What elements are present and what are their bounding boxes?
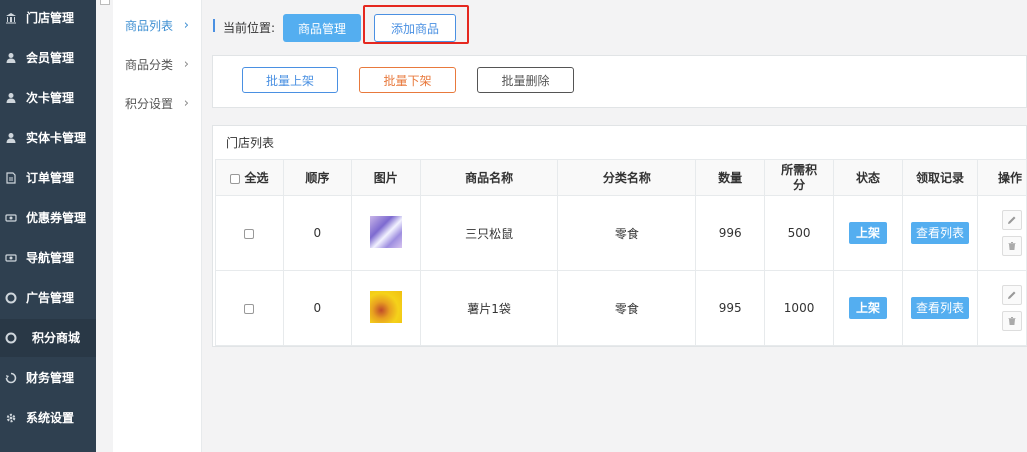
status-cell: 上架 <box>833 195 903 271</box>
column-header: 顺序 <box>282 159 352 196</box>
document-icon <box>5 172 17 184</box>
subnav-item-label: 商品列表 <box>125 18 174 33</box>
row-checkbox-cell[interactable] <box>215 195 284 271</box>
select-all-label: 全选 <box>244 171 269 185</box>
sub-sidebar: 商品列表 › 商品分类 › 积分设置 › <box>113 0 202 452</box>
edit-icon[interactable] <box>1001 285 1022 305</box>
sidebar-item-label: 会员管理 <box>26 51 75 65</box>
name-cell: 三只松鼠 <box>419 195 559 271</box>
column-header: 所需积分 <box>764 159 835 196</box>
sidebar-item-store[interactable]: 门店管理 <box>0 8 96 46</box>
operations-cell <box>976 270 1027 346</box>
sidebar-item-label: 订单管理 <box>26 171 75 185</box>
quantity-cell: 995 <box>695 270 766 346</box>
chevron-right-icon: › <box>183 17 189 33</box>
status-badge[interactable]: 上架 <box>849 222 888 244</box>
batch-list-button[interactable]: 批量上架 <box>242 67 338 93</box>
add-product-button[interactable]: 添加商品 <box>374 14 456 42</box>
current-location-button[interactable]: 商品管理 <box>283 14 361 42</box>
product-thumbnail <box>369 290 402 323</box>
column-header: 领取记录 <box>901 159 978 196</box>
row-checkbox-cell[interactable] <box>215 270 284 346</box>
bank-icon <box>5 12 17 24</box>
points-cell: 1000 <box>764 270 835 346</box>
sidebar-item-coupon[interactable]: 优惠券管理 <box>0 208 96 246</box>
image-cell <box>350 270 421 346</box>
table-row: 0 薯片1袋 零食 995 1000 上架 查看列表 <box>215 270 1027 346</box>
breadcrumb-marker <box>213 19 215 32</box>
batch-delete-button[interactable]: 批量删除 <box>477 67 574 93</box>
column-header: 数量 <box>695 159 766 196</box>
subnav-item-points-settings[interactable]: 积分设置 › <box>113 84 201 122</box>
subnav-item-product-list[interactable]: 商品列表 › <box>113 6 201 44</box>
select-all-header[interactable]: 全选 <box>215 159 284 196</box>
records-cell: 查看列表 <box>901 195 978 271</box>
chevron-right-icon: › <box>183 56 189 72</box>
sidebar-item-label: 广告管理 <box>26 291 75 305</box>
sidebar-item-label: 导航管理 <box>26 251 75 265</box>
recycle-icon <box>5 372 17 384</box>
sidebar-item-navigation[interactable]: 导航管理 <box>0 248 96 286</box>
sidebar-item-label: 次卡管理 <box>26 91 75 105</box>
sidebar-item-pointsmall[interactable]: 积分商城 <box>0 319 96 357</box>
subnav-item-label: 商品分类 <box>125 57 174 72</box>
order-cell: 0 <box>282 270 352 346</box>
points-header-label: 所需积分 <box>781 162 818 192</box>
column-header: 商品名称 <box>419 159 559 196</box>
category-cell: 零食 <box>557 270 697 346</box>
points-cell: 500 <box>764 195 835 271</box>
order-cell: 0 <box>282 195 352 271</box>
table-row: 0 三只松鼠 零食 996 500 上架 查看列表 <box>215 195 1027 271</box>
sidebar-item-finance[interactable]: 财务管理 <box>0 368 96 406</box>
ticket-icon <box>5 252 17 264</box>
records-cell: 查看列表 <box>901 270 978 346</box>
table-header-row: 全选 顺序 图片 商品名称 分类名称 数量 所需积分 状态 领取记录 操作 <box>215 159 1027 196</box>
column-header: 图片 <box>350 159 421 196</box>
chevron-right-icon: › <box>183 95 189 111</box>
main-sidebar: 门店管理 会员管理 次卡管理 实体卡管理 订单管理 优惠券管理 导航管理 广告管… <box>0 0 96 452</box>
edit-icon[interactable] <box>1001 210 1022 230</box>
sidebar-item-label: 门店管理 <box>26 11 75 25</box>
sidebar-item-label: 优惠券管理 <box>26 211 87 225</box>
subnav-item-product-category[interactable]: 商品分类 › <box>113 45 201 83</box>
status-cell: 上架 <box>833 270 903 346</box>
product-table: 全选 顺序 图片 商品名称 分类名称 数量 所需积分 状态 领取记录 操作 0 … <box>215 159 1027 346</box>
image-cell <box>350 195 421 271</box>
column-header: 状态 <box>833 159 903 196</box>
sidebar-item-label: 财务管理 <box>26 371 75 385</box>
row-checkbox[interactable] <box>244 228 255 239</box>
user-icon <box>5 92 17 104</box>
quantity-cell: 996 <box>695 195 766 271</box>
row-checkbox[interactable] <box>244 303 255 314</box>
view-list-button[interactable]: 查看列表 <box>910 297 969 319</box>
name-cell: 薯片1袋 <box>419 270 559 346</box>
view-list-button[interactable]: 查看列表 <box>910 222 969 244</box>
operations-cell <box>976 195 1027 271</box>
sidebar-item-label: 实体卡管理 <box>26 131 87 145</box>
sidebar-item-order[interactable]: 订单管理 <box>0 168 96 206</box>
table-title: 门店列表 <box>226 136 275 150</box>
gear-icon <box>5 412 17 424</box>
sidebar-item-settings[interactable]: 系统设置 <box>0 408 96 446</box>
sidebar-item-physicalcard[interactable]: 实体卡管理 <box>0 128 96 166</box>
trash-icon[interactable] <box>1001 311 1022 331</box>
category-cell: 零食 <box>557 195 697 271</box>
column-header: 操作 <box>976 159 1027 196</box>
sidebar-item-member[interactable]: 会员管理 <box>0 48 96 86</box>
status-badge[interactable]: 上架 <box>849 297 888 319</box>
user-icon <box>5 52 17 64</box>
column-header: 分类名称 <box>557 159 697 196</box>
product-thumbnail <box>369 215 402 248</box>
scrollbar-handle[interactable] <box>100 0 110 5</box>
lifebuoy-icon <box>5 292 17 304</box>
sidebar-item-timescard[interactable]: 次卡管理 <box>0 88 96 126</box>
breadcrumb-label: 当前位置: <box>223 21 276 35</box>
sidebar-item-label: 系统设置 <box>26 411 75 425</box>
trash-icon[interactable] <box>1001 236 1022 256</box>
batch-unlist-button[interactable]: 批量下架 <box>359 67 456 93</box>
lifebuoy-icon <box>5 332 17 344</box>
select-all-checkbox[interactable] <box>230 173 241 184</box>
sidebar-item-label: 积分商城 <box>32 331 81 345</box>
subnav-item-label: 积分设置 <box>125 96 174 111</box>
